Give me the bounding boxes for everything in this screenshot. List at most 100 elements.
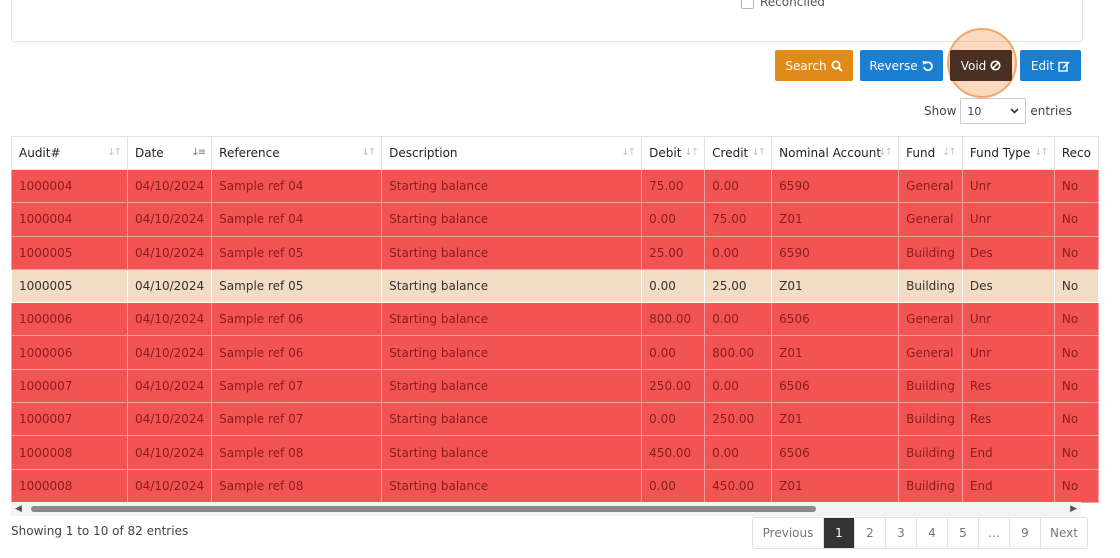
table-cell: Z01 [771, 202, 900, 237]
table-cell: Sample ref 06 [211, 302, 383, 337]
col-reconciled[interactable]: Reco [1053, 136, 1099, 170]
reverse-button-label: Reverse [869, 58, 918, 73]
horizontal-scrollbar[interactable]: ◀ ▶ [11, 502, 1081, 516]
scroll-thumb[interactable] [31, 506, 816, 512]
col-fund[interactable]: Fund ↓↑ [898, 136, 963, 170]
table-cell: No [1053, 435, 1099, 470]
col-fund-label: Fund [906, 146, 936, 160]
void-button-label: Void [960, 58, 987, 73]
table-cell: Starting balance [381, 268, 643, 304]
table-cell: 800.00 [704, 335, 773, 370]
col-nominal-account[interactable]: Nominal Account ↓↑ [771, 136, 900, 170]
table-cell: Z01 [771, 468, 900, 503]
table-cell: 6506 [771, 302, 900, 337]
table-cell: 250.00 [641, 368, 706, 404]
table-cell: 1000004 [11, 168, 128, 204]
page-4[interactable]: 4 [917, 518, 948, 548]
reverse-button[interactable]: Reverse [860, 50, 943, 81]
col-nominal-account-label: Nominal Account [779, 146, 882, 160]
filter-panel: Reconciled [11, 0, 1083, 42]
col-audit[interactable]: Audit# ↓↑ [11, 136, 128, 170]
void-button[interactable]: Void [950, 50, 1012, 81]
page-9[interactable]: 9 [1010, 518, 1041, 548]
table-cell: Sample ref 05 [211, 268, 383, 304]
table-cell: Sample ref 08 [211, 468, 383, 503]
col-reference[interactable]: Reference ↓↑ [211, 136, 383, 170]
table-cell: Starting balance [381, 168, 643, 204]
page-5[interactable]: 5 [948, 518, 979, 548]
table-row[interactable]: 1000007 04/10/2024 Sample ref 07 Starting b… [11, 402, 1099, 437]
table-cell: Sample ref 05 [211, 235, 383, 270]
table-cell: Building [898, 268, 963, 304]
table-cell: 04/10/2024 [126, 302, 213, 337]
scroll-right-arrow[interactable]: ▶ [1070, 504, 1077, 514]
page-length-value: 10 [967, 104, 982, 118]
page-2[interactable]: 2 [855, 518, 886, 548]
table-cell: 800.00 [641, 302, 706, 337]
table-body: 1000004 04/10/2024 Sample ref 04 Starting b… [11, 168, 1099, 503]
edit-button[interactable]: Edit [1020, 50, 1081, 81]
table-cell: 1000006 [11, 335, 128, 370]
table-cell: 0.00 [641, 335, 706, 370]
ban-icon [990, 60, 1001, 71]
table-cell: No [1053, 468, 1099, 503]
table-cell: 25.00 [704, 268, 773, 304]
table-cell: General [898, 202, 963, 237]
pagination: Previous 1 2 3 4 5... 9 Next [752, 517, 1088, 549]
sort-icon: ↓↑ [684, 147, 699, 158]
table-cell: 0.00 [641, 202, 706, 237]
table-row[interactable]: 1000006 04/10/2024 Sample ref 06 Starting b… [11, 302, 1099, 337]
table-row[interactable]: 1000006 04/10/2024 Sample ref 06 Starting b… [11, 335, 1099, 370]
table-cell: 6506 [771, 368, 900, 404]
table-row[interactable]: 1000004 04/10/2024 Sample ref 04 Starting b… [11, 202, 1099, 237]
table-cell: 1000007 [11, 402, 128, 437]
table-row[interactable]: 1000005 04/10/2024 Sample ref 05 Starting b… [11, 268, 1099, 304]
table-cell: Sample ref 06 [211, 335, 383, 370]
col-date[interactable]: Date ↓≡ [126, 136, 213, 170]
undo-icon [922, 60, 933, 71]
reconciled-filter[interactable]: Reconciled [741, 0, 825, 9]
next-page-button[interactable]: Next [1041, 518, 1087, 548]
table-row[interactable]: 1000005 04/10/2024 Sample ref 05 Starting b… [11, 235, 1099, 270]
table-cell: Unr [961, 168, 1055, 204]
table-cell: Starting balance [381, 402, 643, 437]
page-1[interactable]: 1 [824, 518, 855, 548]
col-fund-type-label: Fund Type [969, 146, 1031, 160]
edit-icon [1058, 61, 1070, 72]
col-fund-type[interactable]: Fund Type ↓↑ [961, 136, 1055, 170]
table-cell: Starting balance [381, 468, 643, 503]
search-button-label: Search [785, 58, 827, 73]
table-cell: No [1053, 302, 1099, 337]
page-3[interactable]: 3 [886, 518, 917, 548]
scroll-left-arrow[interactable]: ◀ [15, 504, 22, 514]
col-date-label: Date [135, 146, 164, 160]
table-cell: 1000007 [11, 368, 128, 404]
table-cell: 1000004 [11, 202, 128, 237]
col-reconciled-label: Reco [1061, 146, 1091, 160]
col-debit[interactable]: Debit ↓↑ [641, 136, 706, 170]
table-row[interactable]: 1000008 04/10/2024 Sample ref 08 Starting b… [11, 468, 1099, 503]
table-cell: Sample ref 08 [211, 435, 383, 470]
table-cell: 1000005 [11, 268, 128, 304]
table-row[interactable]: 1000007 04/10/2024 Sample ref 07 Starting b… [11, 368, 1099, 404]
page-length-select[interactable]: 10 [960, 98, 1027, 124]
table-cell: Sample ref 07 [211, 402, 383, 437]
table-row[interactable]: 1000004 04/10/2024 Sample ref 04 Starting b… [11, 168, 1099, 204]
table-cell: 450.00 [641, 435, 706, 470]
reconciled-checkbox[interactable] [741, 0, 754, 9]
table-cell: Starting balance [381, 235, 643, 270]
table-row[interactable]: 1000008 04/10/2024 Sample ref 08 Starting b… [11, 435, 1099, 470]
table-cell: Building [898, 235, 963, 270]
col-audit-label: Audit# [19, 146, 61, 160]
table-cell: 0.00 [704, 168, 773, 204]
table-cell: Des [961, 235, 1055, 270]
sort-icon: ↓↑ [942, 147, 957, 158]
table-cell: 0.00 [704, 302, 773, 337]
col-credit[interactable]: Credit ↓↑ [704, 136, 773, 170]
table-cell: No [1053, 202, 1099, 237]
col-description[interactable]: Description ↓↑ [381, 136, 643, 170]
previous-page-button[interactable]: Previous [753, 518, 824, 548]
table-cell: Z01 [771, 268, 900, 304]
search-button[interactable]: Search [775, 50, 853, 81]
sort-icon: ↓↑ [1034, 147, 1049, 158]
